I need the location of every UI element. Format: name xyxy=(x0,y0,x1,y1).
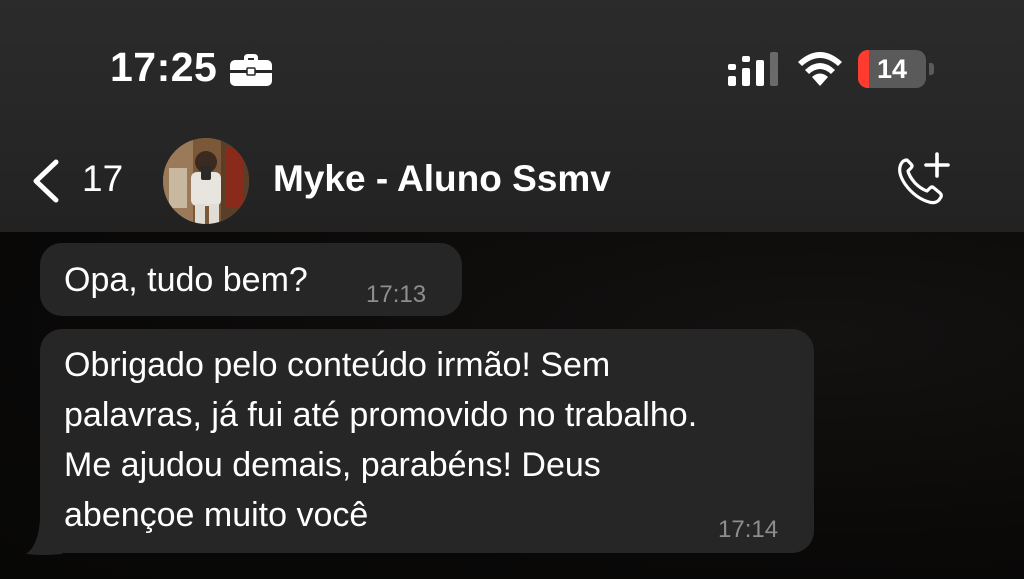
chevron-left-icon xyxy=(33,159,59,203)
message-timestamp: 17:13 xyxy=(366,281,427,308)
wifi-icon xyxy=(798,52,842,86)
unread-count: 17 xyxy=(82,158,124,199)
status-time: 17:25 xyxy=(110,44,218,90)
chat-header: 17:25 14 17 Myke - Aluno Ssmv xyxy=(0,0,1024,232)
back-button[interactable]: 17 xyxy=(28,152,138,212)
message-bubble[interactable]: Opa, tudo bem? 17:13 xyxy=(40,243,462,316)
message-bubble[interactable]: Obrigado pelo conteúdo irmão! Sem palavr… xyxy=(40,329,814,553)
message-text: Obrigado pelo conteúdo irmão! Sem palavr… xyxy=(64,346,698,534)
battery-icon: 14 xyxy=(858,50,936,88)
contact-name[interactable]: Myke - Aluno Ssmv xyxy=(273,158,611,200)
message-text: Opa, tudo bem? xyxy=(64,261,308,299)
signal-icon xyxy=(728,52,778,86)
message-timestamp: 17:14 xyxy=(718,516,779,543)
battery-nub xyxy=(929,63,934,75)
avatar[interactable] xyxy=(163,138,249,224)
briefcase-icon xyxy=(230,54,272,86)
phone-add-icon[interactable] xyxy=(893,150,953,208)
avatar-photo xyxy=(163,138,249,224)
battery-body: 14 xyxy=(858,50,926,88)
battery-level: 14 xyxy=(876,54,908,84)
